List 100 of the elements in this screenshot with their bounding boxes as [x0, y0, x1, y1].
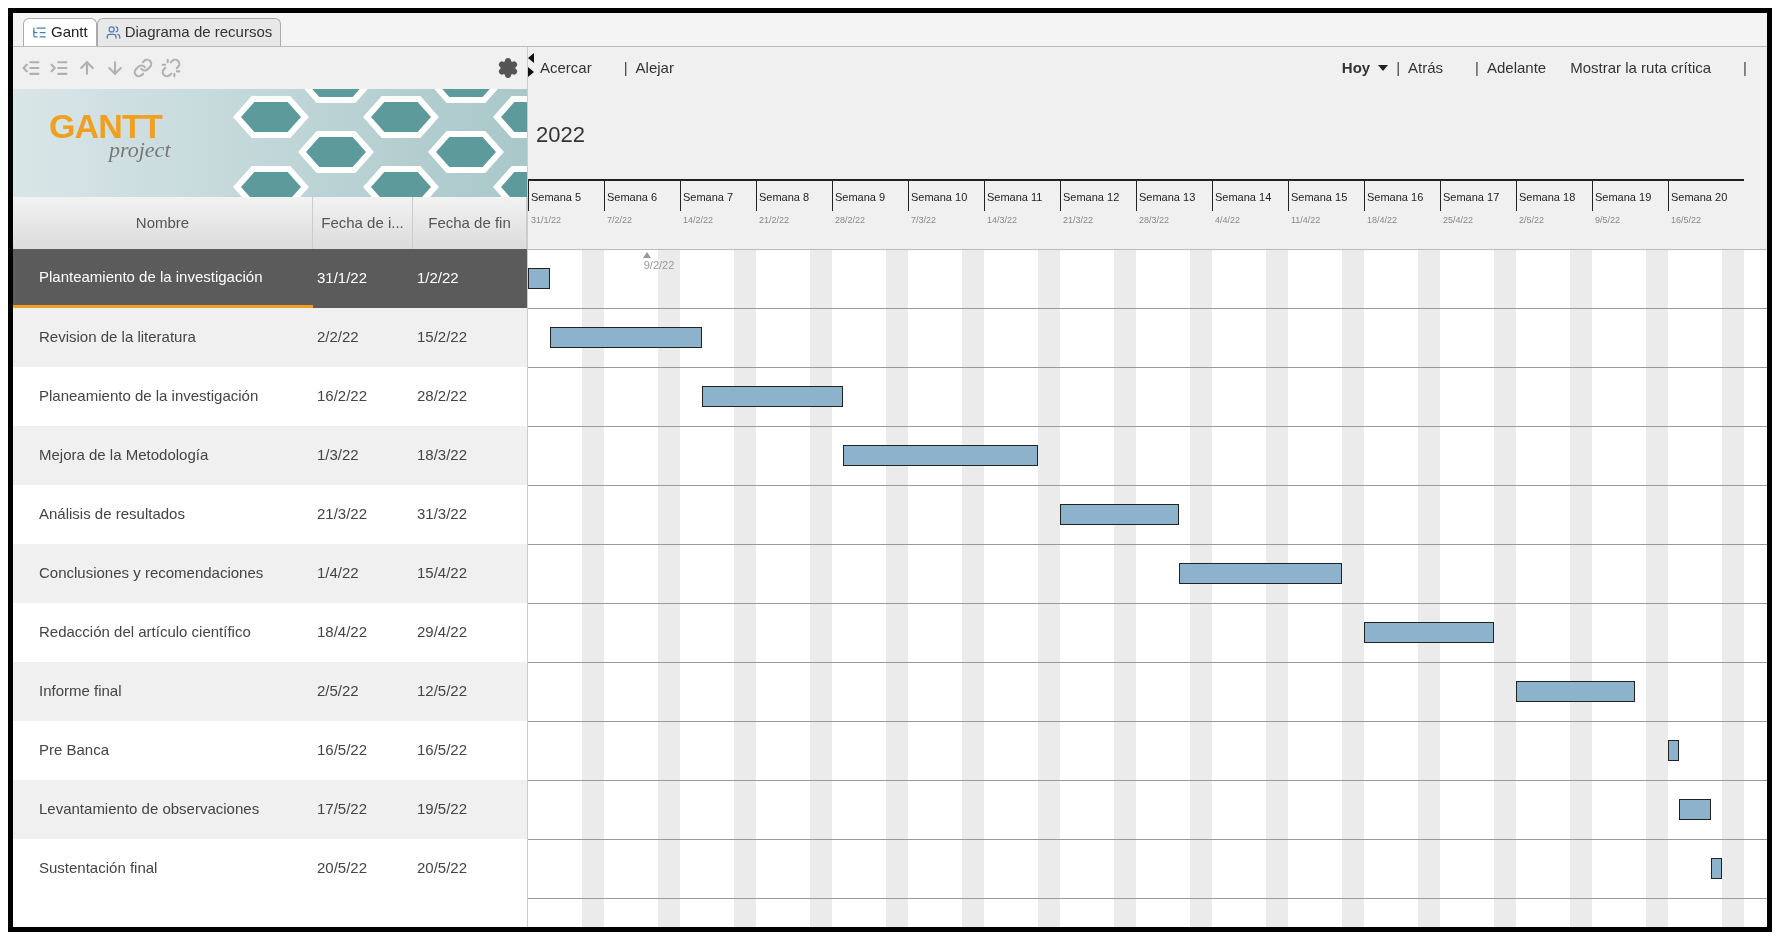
task-bar[interactable] — [549, 327, 702, 348]
week-date: 14/3/22 — [987, 213, 1019, 227]
week-date: 7/2/22 — [607, 213, 634, 227]
week-date: 28/3/22 — [1139, 213, 1171, 227]
week-date: 25/4/22 — [1443, 213, 1475, 227]
toolbar-link[interactable]: Mostrar la ruta crítica — [1570, 56, 1712, 80]
task-row[interactable]: Levantamiento de observaciones 17/5/22 19/5/22 — [13, 780, 527, 839]
week-date: 28/2/22 — [835, 213, 867, 227]
end-date: 16/5/22 — [416, 740, 468, 761]
collapse-arrows-icon[interactable] — [528, 53, 534, 77]
start-date: 2/5/22 — [316, 681, 360, 702]
week-date: 11/4/22 — [1291, 213, 1322, 227]
task-bar[interactable] — [842, 445, 1039, 466]
end-date: 19/5/22 — [416, 799, 468, 820]
task-tree-icon — [32, 25, 47, 40]
task-name: Mejora de la Metodología — [39, 445, 209, 466]
start-date: 2/2/22 — [316, 327, 360, 348]
end-date: 12/5/22 — [416, 681, 468, 702]
separator: | — [623, 57, 628, 78]
task-bar[interactable] — [701, 386, 843, 407]
today-dropdown[interactable]: Hoy — [1341, 56, 1389, 80]
week-date: 7/3/22 — [911, 213, 938, 227]
start-date: 1/4/22 — [316, 563, 360, 584]
tab[interactable]: Gantt — [23, 18, 97, 46]
task-name: Planeamiento de la investigación — [39, 386, 259, 407]
end-date: 31/3/22 — [416, 504, 468, 525]
task-bar[interactable] — [528, 268, 550, 289]
end-date: 28/2/22 — [416, 386, 468, 407]
task-name: Conclusiones y recomendaciones — [39, 563, 264, 584]
start-date: 18/4/22 — [316, 622, 369, 643]
marker-triangle-icon — [643, 252, 651, 258]
task-name: Revision de la literatura — [39, 327, 196, 348]
year-label: 2022 — [536, 120, 585, 149]
task-name: Levantamiento de observaciones — [39, 799, 260, 820]
week-date: 21/3/22 — [1063, 213, 1095, 227]
end-date: 1/2/22 — [416, 268, 459, 289]
separator: | — [1396, 57, 1401, 78]
end-date: 20/5/22 — [416, 858, 468, 879]
week-date: 31/1/22 — [531, 213, 563, 227]
week-label: Semana 16 — [1367, 190, 1425, 205]
caret-icon — [1378, 65, 1389, 71]
people-icon — [105, 25, 121, 40]
week-label: Semana 18 — [1519, 190, 1577, 205]
start-date: 17/5/22 — [316, 799, 369, 820]
week-date: 14/2/22 — [683, 213, 715, 227]
task-row[interactable]: Mejora de la Metodología 1/3/22 18/3/22 — [13, 426, 527, 485]
week-date: 18/4/22 — [1367, 213, 1399, 227]
week-label: Semana 15 — [1291, 190, 1349, 205]
task-row[interactable]: Planteamiento de la investigación 31/1/22 1/2/22 — [13, 249, 527, 308]
week-label: Semana 7 — [683, 190, 735, 205]
end-date: 18/3/22 — [416, 445, 468, 466]
week-date: 21/2/22 — [759, 213, 791, 227]
week-label: Semana 20 — [1671, 190, 1729, 205]
task-bar[interactable] — [1668, 740, 1679, 761]
toolbar-link[interactable]: Atrás — [1408, 56, 1444, 80]
start-date: 16/2/22 — [316, 386, 369, 407]
task-bar[interactable] — [1516, 681, 1636, 702]
week-label: Semana 11 — [987, 190, 1044, 205]
week-label: Semana 9 — [835, 190, 887, 205]
week-label: Semana 13 — [1139, 190, 1197, 205]
task-bar[interactable] — [1060, 504, 1180, 525]
task-bar[interactable] — [1711, 858, 1723, 879]
marker-date: 9/2/22 — [643, 258, 675, 273]
separator: | — [1475, 57, 1479, 78]
toolbar-link[interactable]: Acercar — [540, 56, 592, 80]
task-name: Planteamiento de la investigación — [39, 266, 263, 287]
week-label: Semana 17 — [1443, 190, 1501, 205]
start-date: 20/5/22 — [316, 858, 369, 879]
toolbar-link[interactable]: Alejar — [635, 56, 674, 80]
toolbar-link[interactable]: Adelante — [1487, 56, 1547, 80]
task-bar[interactable] — [1678, 799, 1712, 820]
start-date: 16/5/22 — [316, 740, 369, 761]
week-label: Semana 19 — [1595, 190, 1653, 205]
week-label: Semana 8 — [759, 190, 811, 205]
task-name: Pre Banca — [39, 740, 110, 761]
end-date: 15/2/22 — [416, 327, 468, 348]
week-label: Semana 10 — [911, 190, 969, 205]
start-date: 1/3/22 — [316, 445, 360, 466]
separator: | — [1743, 57, 1747, 78]
end-date: 15/4/22 — [416, 563, 468, 584]
week-label: Semana 12 — [1063, 190, 1121, 205]
week-label: Semana 5 — [531, 190, 583, 205]
task-row[interactable]: Conclusiones y recomendaciones 1/4/22 15/4/22 — [13, 544, 527, 603]
week-label: Semana 14 — [1215, 190, 1273, 205]
start-date: 31/1/22 — [316, 268, 369, 289]
week-date: 9/5/22 — [1595, 213, 1622, 227]
task-bar[interactable] — [1364, 622, 1495, 643]
task-name: Informe final — [39, 681, 122, 702]
task-name: Análisis de resultados — [39, 504, 185, 525]
task-row[interactable]: Informe final 2/5/22 12/5/22 — [13, 662, 527, 721]
task-row[interactable]: Revision de la literatura 2/2/22 15/2/22 — [13, 308, 527, 367]
end-date: 29/4/22 — [416, 622, 468, 643]
tab[interactable]: Diagrama de recursos — [96, 18, 282, 46]
start-date: 21/3/22 — [316, 504, 369, 525]
task-bar[interactable] — [1179, 563, 1343, 584]
week-label: Semana 6 — [607, 190, 659, 205]
task-name: Sustentación final — [39, 858, 158, 879]
task-name: Redacción del artículo científico — [39, 622, 251, 643]
week-date: 4/4/22 — [1215, 213, 1242, 227]
week-date: 2/5/22 — [1519, 213, 1546, 227]
